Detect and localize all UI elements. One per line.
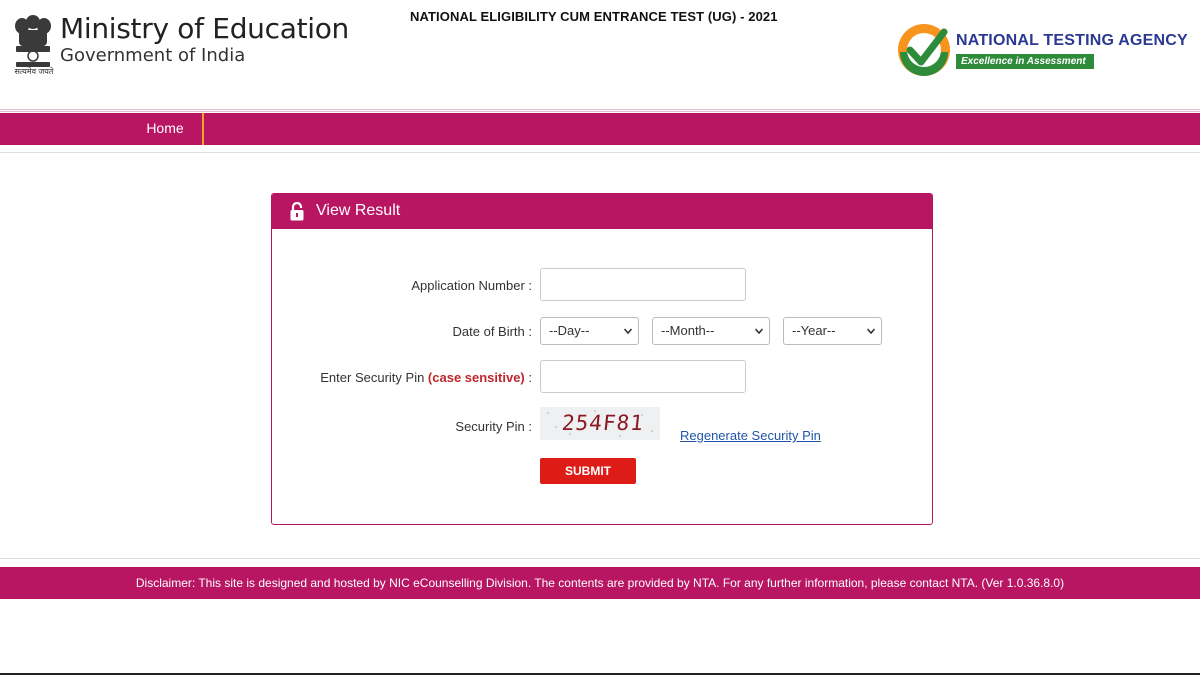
application-number-input[interactable] — [540, 268, 746, 301]
exam-title: NATIONAL ELIGIBILITY CUM ENTRANCE TEST (… — [410, 9, 778, 24]
view-result-panel: View Result Application Number : Date of… — [271, 193, 933, 525]
security-pin-input-label: Enter Security Pin (case sensitive) : — [320, 370, 532, 385]
chevron-down-icon — [867, 328, 875, 335]
nav-divider — [0, 152, 1200, 153]
nav-home-link[interactable]: Home — [128, 113, 204, 145]
captcha-text: 254F81 — [560, 411, 646, 435]
ministry-subtitle: Government of India — [60, 45, 246, 66]
site-header: सत्यमेव जयते Ministry of Education Gover… — [0, 0, 1200, 108]
security-pin-input-label-text: Enter Security Pin — [320, 370, 428, 385]
dob-month-select[interactable]: --Month-- — [652, 317, 770, 345]
dob-label: Date of Birth : — [452, 324, 532, 339]
agency-name: NATIONAL TESTING AGENCY — [956, 32, 1188, 49]
security-pin-input[interactable] — [540, 360, 746, 393]
dob-month-value: --Month-- — [661, 323, 715, 338]
security-pin-input-label-suffix: : — [524, 370, 532, 385]
nta-checkmark-logo-icon — [898, 24, 950, 76]
dob-year-value: --Year-- — [792, 323, 836, 338]
agency-tagline: Excellence in Assessment — [956, 54, 1094, 69]
submit-button[interactable]: SUBMIT — [540, 458, 636, 484]
application-number-label: Application Number : — [411, 278, 532, 293]
lock-icon — [290, 201, 304, 221]
emblem-caption: सत्यमेव जयते — [14, 67, 54, 76]
captcha-image: 254F81 — [540, 407, 660, 440]
chevron-down-icon — [755, 328, 763, 335]
chevron-down-icon — [624, 328, 632, 335]
ministry-title: Ministry of Education — [60, 12, 349, 45]
panel-header: View Result — [272, 194, 932, 229]
dob-year-select[interactable]: --Year-- — [783, 317, 882, 345]
site-footer: Disclaimer: This site is designed and ho… — [0, 567, 1200, 599]
regenerate-pin-link[interactable]: Regenerate Security Pin — [680, 428, 821, 443]
footer-disclaimer: Disclaimer: This site is designed and ho… — [135, 576, 1065, 590]
panel-title: View Result — [316, 202, 401, 219]
captcha-label: Security Pin : — [455, 419, 532, 434]
case-sensitive-note: (case sensitive) — [427, 370, 525, 385]
main-nav: Home — [0, 113, 1200, 145]
header-divider — [0, 109, 1200, 112]
footer-divider — [0, 558, 1200, 559]
dob-day-select[interactable]: --Day-- — [540, 317, 639, 345]
dob-day-value: --Day-- — [549, 323, 590, 338]
